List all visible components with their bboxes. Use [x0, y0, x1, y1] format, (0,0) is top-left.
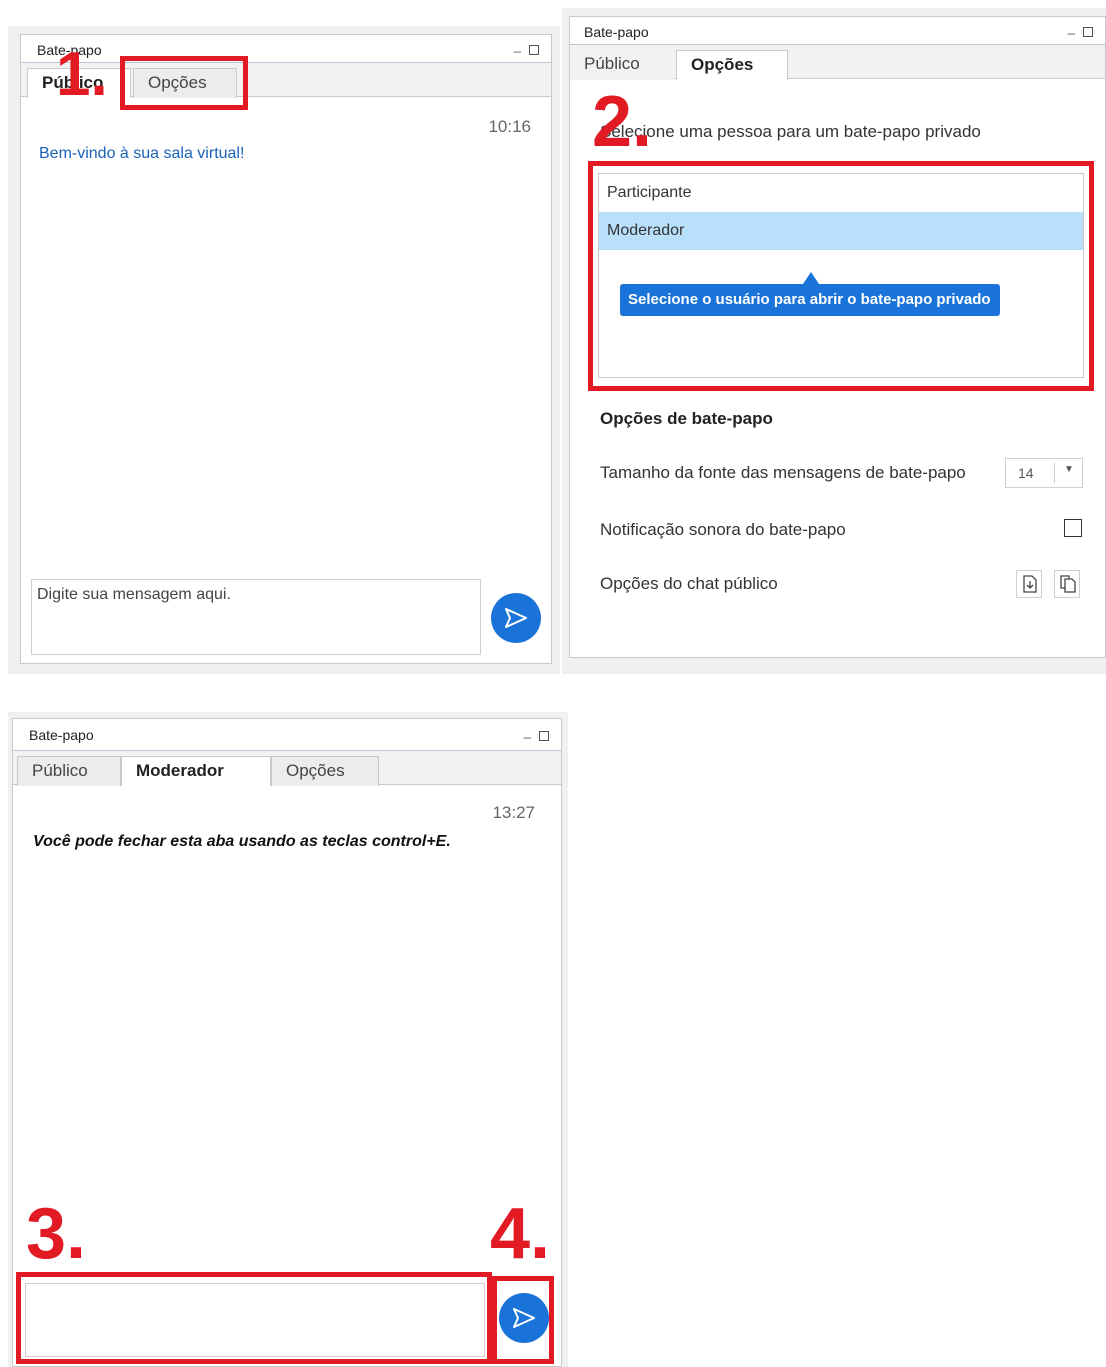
sound-notification-checkbox[interactable] [1064, 519, 1082, 537]
system-message: Você pode fechar esta aba usando as tecl… [33, 833, 451, 850]
highlight-participant-list [588, 161, 1094, 391]
download-chat-button[interactable] [1016, 570, 1042, 598]
tab-options[interactable]: Opções [676, 50, 788, 80]
send-icon [505, 608, 527, 628]
chat-panel-private: Bate-papo _ Público Moderador Opções 13:… [12, 718, 562, 1367]
tab-moderador[interactable]: Moderador [121, 756, 271, 786]
font-size-label: Tamanho da fonte das mensagens de bate-p… [600, 463, 966, 482]
tab-public[interactable]: Público [570, 50, 674, 80]
copy-icon [1060, 575, 1076, 593]
chevron-down-icon: ▼ [1064, 464, 1074, 475]
annotation-1: 1. [56, 40, 108, 109]
minimize-icon[interactable]: _ [524, 724, 531, 739]
message-timestamp: 10:16 [488, 117, 531, 136]
tab-public[interactable]: Público [17, 756, 121, 786]
annotation-4: 4. [490, 1194, 551, 1274]
welcome-message: Bem-vindo à sua sala virtual! [39, 145, 245, 162]
font-size-select[interactable]: 14 ▼ [1005, 458, 1083, 488]
minimize-icon[interactable]: _ [1068, 20, 1075, 35]
public-chat-options-label: Opções do chat público [600, 574, 778, 593]
highlight-message-input [16, 1272, 492, 1364]
tab-options[interactable]: Opções [271, 756, 379, 786]
annotation-2: 2. [592, 82, 653, 162]
maximize-icon[interactable] [539, 731, 549, 741]
select-divider [1054, 463, 1055, 483]
download-icon [1023, 575, 1037, 593]
message-timestamp: 13:27 [492, 803, 535, 822]
font-size-value: 14 [1018, 465, 1034, 481]
title-bar: Bate-papo _ [570, 17, 1105, 45]
tab-bar: Público Opções [570, 45, 1105, 80]
maximize-icon[interactable] [529, 45, 539, 55]
annotation-3: 3. [26, 1194, 87, 1274]
title-bar: Bate-papo _ [13, 719, 561, 751]
message-input[interactable] [31, 579, 481, 655]
tab-bar: Público Moderador Opções [13, 751, 561, 786]
send-button[interactable] [491, 593, 541, 643]
chat-panel-public: Bate-papo _ Público Opções 10:16 Bem-vin… [20, 34, 552, 664]
panel-title: Bate-papo [29, 727, 94, 743]
private-chat-hint: Selecione uma pessoa para um bate-papo p… [600, 122, 981, 141]
sound-notification-label: Notificação sonora do bate-papo [600, 520, 846, 539]
maximize-icon[interactable] [1083, 27, 1093, 37]
copy-chat-button[interactable] [1054, 570, 1080, 598]
highlight-options-tab [120, 56, 248, 110]
minimize-icon[interactable]: _ [514, 38, 521, 53]
panel-title: Bate-papo [584, 24, 649, 40]
chat-options-heading: Opções de bate-papo [600, 409, 773, 428]
highlight-send-button [492, 1276, 554, 1364]
